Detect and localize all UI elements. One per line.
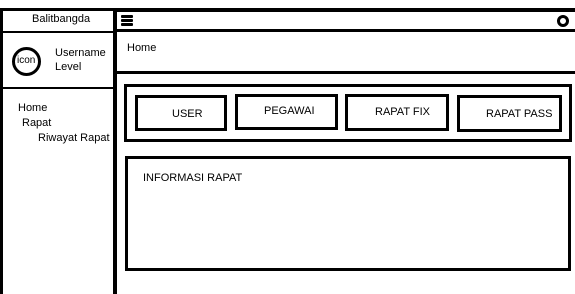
sidebar-item-home[interactable]: Home — [18, 102, 47, 114]
app-title: Balitbangda — [32, 13, 91, 25]
user-level: Level — [55, 61, 82, 73]
informasi-rapat-panel: INFORMASI RAPAT — [125, 156, 571, 271]
user-button[interactable]: USER — [135, 95, 227, 131]
rapat-fix-button-label: RAPAT FIX — [375, 106, 431, 118]
rapat-fix-button[interactable]: RAPAT FIX — [345, 94, 449, 131]
breadcrumb: Home — [117, 32, 575, 74]
app-title-bar: Balitbangda — [3, 11, 113, 33]
sidebar-item-riwayat-rapat[interactable]: Riwayat Rapat — [38, 132, 110, 144]
circle-icon[interactable] — [557, 15, 569, 27]
pegawai-button-label: PEGAWAI — [264, 105, 315, 117]
user-panel: icon Username Level — [3, 35, 113, 89]
pegawai-button[interactable]: PEGAWAI — [235, 94, 338, 130]
breadcrumb-label: Home — [127, 42, 157, 54]
header-bar — [117, 12, 575, 32]
rapat-pass-button[interactable]: RAPAT PASS — [457, 95, 562, 132]
user-button-label: USER — [172, 108, 203, 120]
hamburger-icon[interactable] — [121, 15, 133, 26]
username: Username — [55, 47, 106, 59]
sidebar-item-rapat[interactable]: Rapat — [22, 117, 51, 129]
avatar-icon-label: icon — [17, 55, 36, 66]
avatar[interactable]: icon — [12, 47, 41, 76]
informasi-rapat-title: INFORMASI RAPAT — [143, 172, 243, 184]
rapat-pass-button-label: RAPAT PASS — [486, 108, 553, 120]
